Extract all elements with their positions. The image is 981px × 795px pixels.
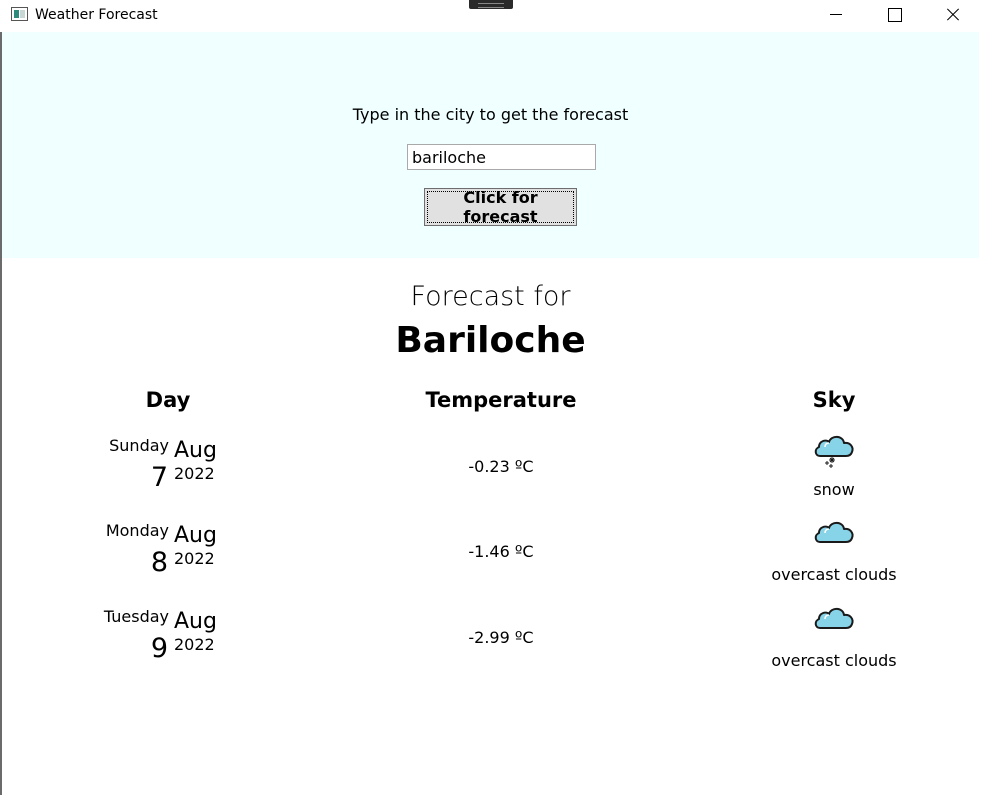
- cloud-icon: [814, 607, 854, 629]
- temperature-value: -2.99 ºC: [468, 628, 534, 647]
- forecast-button[interactable]: Click for forecast: [424, 188, 577, 226]
- forecast-row: Tuesday 9 Aug 2022 -2.99 ºC overcast clo…: [0, 607, 981, 693]
- month: Aug: [174, 523, 217, 548]
- city-input[interactable]: [407, 144, 596, 170]
- sky-description: overcast clouds: [771, 651, 897, 670]
- weekday: Sunday: [109, 436, 169, 455]
- drag-handle-icon[interactable]: [469, 0, 513, 9]
- app-icon: [11, 7, 28, 21]
- minimize-button[interactable]: [813, 0, 859, 30]
- title-bar[interactable]: Weather Forecast: [0, 0, 981, 32]
- column-header-day: Day: [145, 388, 191, 412]
- year: 2022: [174, 549, 215, 568]
- window-title: Weather Forecast: [35, 7, 158, 23]
- column-header-sky: Sky: [812, 388, 856, 412]
- city-name: Bariloche: [395, 320, 586, 361]
- cloud-icon: [814, 521, 854, 543]
- search-panel: Type in the city to get the forecast Cli…: [2, 32, 979, 258]
- temperature-value: -0.23 ºC: [468, 457, 534, 476]
- sky-description: overcast clouds: [771, 565, 897, 584]
- day-number: 9: [150, 633, 168, 664]
- forecast-heading: Forecast for: [410, 281, 571, 312]
- forecast-row: Monday 8 Aug 2022 -1.46 ºC overcast clou…: [0, 521, 981, 607]
- weekday: Monday: [105, 521, 169, 540]
- temperature-value: -1.46 ºC: [468, 542, 534, 561]
- close-button[interactable]: [929, 0, 975, 30]
- column-header-temperature: Temperature: [425, 388, 577, 412]
- sky-description: snow: [813, 480, 855, 499]
- maximize-button[interactable]: [871, 0, 917, 30]
- forecast-row: Sunday 7 Aug 2022 -0.23 ºC snow: [0, 435, 981, 522]
- forecast-button-label: Click for forecast: [427, 188, 574, 226]
- month: Aug: [174, 609, 217, 634]
- year: 2022: [174, 635, 215, 654]
- year: 2022: [174, 464, 215, 483]
- month: Aug: [174, 438, 217, 463]
- snow-cloud-icon: [814, 435, 854, 468]
- weekday: Tuesday: [103, 607, 169, 626]
- day-number: 8: [150, 547, 168, 578]
- day-number: 7: [150, 462, 168, 493]
- search-prompt: Type in the city to get the forecast: [352, 105, 629, 124]
